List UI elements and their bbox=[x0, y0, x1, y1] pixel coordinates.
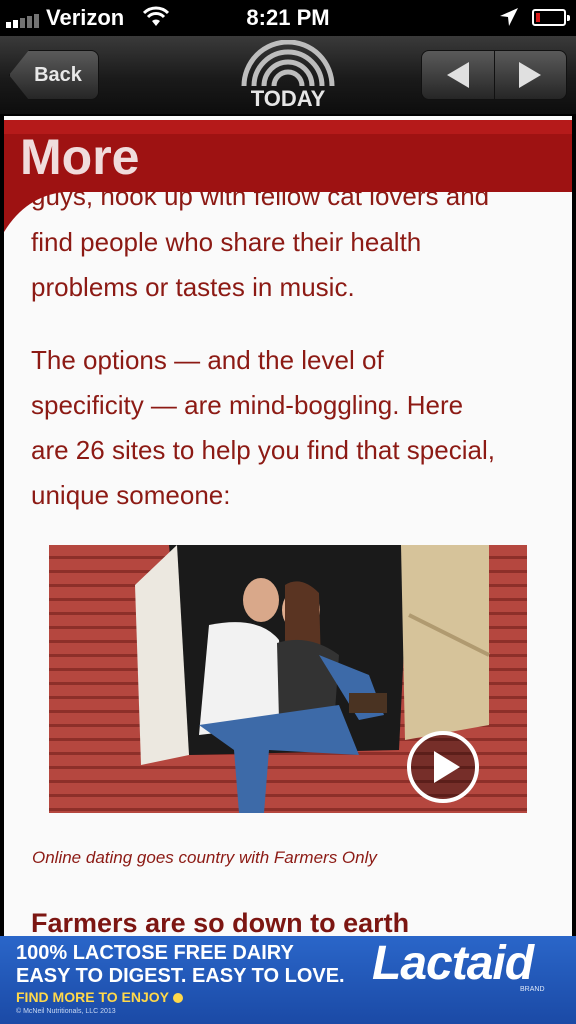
clock-time: 8:21 PM bbox=[246, 5, 330, 30]
ad-banner[interactable]: 100% LACTOSE FREE DAIRY EASY TO DIGEST. … bbox=[0, 936, 576, 1024]
play-icon[interactable] bbox=[405, 729, 481, 805]
article-pager bbox=[421, 50, 567, 100]
back-button-label: Back bbox=[34, 63, 82, 86]
image-caption: Online dating goes country with Farmers … bbox=[32, 848, 377, 867]
battery-icon bbox=[532, 9, 570, 26]
next-section-heading: Farmers are so down to earth bbox=[31, 908, 410, 936]
section-title: More bbox=[20, 129, 140, 185]
paragraph-1-line-2: problems or tastes in music. bbox=[31, 272, 355, 302]
ad-brand-subtitle: BRAND bbox=[520, 986, 545, 993]
paragraph-2: The options — and the level of specifici… bbox=[31, 338, 561, 518]
battery-level-fill bbox=[536, 13, 540, 22]
paragraph-2-line-3: are 26 sites to help you find that speci… bbox=[31, 435, 495, 465]
paragraph-1: find people who share their health probl… bbox=[31, 220, 561, 310]
ad-legal-text: © McNeil Nutritionals, LLC 2013 bbox=[16, 1008, 116, 1015]
ad-cta-link[interactable]: FIND MORE TO ENJOY bbox=[16, 989, 183, 1005]
left-arrow-icon bbox=[446, 62, 469, 88]
article-content[interactable]: guys, hook up with fellow cat lovers and… bbox=[4, 116, 572, 936]
right-arrow-icon bbox=[519, 62, 542, 88]
paragraph-2-line-4: unique someone: bbox=[31, 480, 231, 510]
paragraph-2-line-2: specificity — are mind-boggling. Here bbox=[31, 390, 464, 420]
paragraph-1-line-1: find people who share their health bbox=[31, 227, 422, 257]
paragraph-2-line-1: The options — and the level of bbox=[31, 345, 384, 375]
logo-text: TODAY bbox=[250, 86, 326, 111]
today-logo: TODAY bbox=[236, 40, 340, 112]
status-bar: Verizon 8:21 PM bbox=[0, 0, 576, 36]
chevron-circle-icon bbox=[172, 993, 183, 1004]
ad-brand-logo: Lactaid bbox=[372, 937, 534, 990]
location-arrow-icon bbox=[500, 8, 518, 26]
back-button[interactable]: Back bbox=[9, 50, 99, 100]
next-article-button[interactable] bbox=[493, 51, 567, 99]
previous-article-button[interactable] bbox=[422, 51, 494, 99]
ad-headline-2: EASY TO DIGEST. EASY TO LOVE. bbox=[16, 965, 345, 987]
navigation-bar: Back TODAY bbox=[0, 36, 576, 115]
ad-headline-1: 100% LACTOSE FREE DAIRY bbox=[16, 942, 294, 964]
rainbow-logo-icon bbox=[241, 40, 335, 87]
ad-cta-label: FIND MORE TO ENJOY bbox=[16, 989, 169, 1005]
